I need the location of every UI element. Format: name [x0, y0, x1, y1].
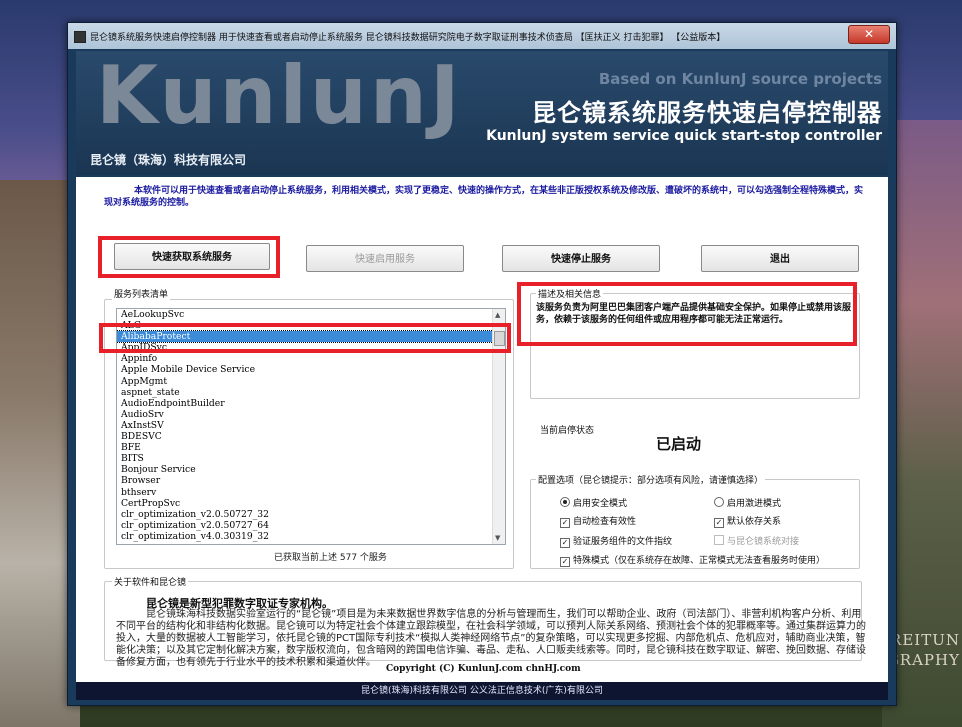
about-label: 关于软件和昆仑镜 [112, 575, 189, 588]
service-list-label: 服务列表清单 [112, 287, 171, 300]
scroll-up-icon[interactable]: ▲ [495, 311, 500, 319]
checkbox-checked-icon[interactable]: ✓ [560, 538, 570, 548]
highlight-box-selected [99, 323, 511, 353]
highlight-box-fetch [98, 236, 280, 278]
service-count: 已获取当前上述 577 个服务 [274, 553, 387, 563]
service-list-item[interactable]: clr_optimization_v4.0.30319_32 [117, 531, 505, 542]
service-list-item[interactable]: AxInstSV [117, 420, 505, 431]
safe-mode-radio[interactable]: 启用安全模式 [560, 496, 627, 509]
highlight-box-description [517, 282, 857, 346]
kunlunj-link-checkbox[interactable]: 与昆仑镜系统对接 [714, 534, 799, 547]
service-list-item[interactable]: BITS [117, 453, 505, 464]
service-list-item[interactable]: Browser [117, 475, 505, 486]
about-body: 昆仑镜珠海科技数据实验室运行的“昆仑镜”项目是为未来数据世界数字信息的分析与管理… [116, 609, 866, 668]
service-list-item[interactable]: AudioEndpointBuilder [117, 398, 505, 409]
window-title: 昆仑镜系统服务快速启停控制器 用于快速查看或者启动停止系统服务 昆仑镜科技数据研… [90, 33, 726, 43]
service-status-value: 已启动 [656, 435, 702, 453]
header-banner: KunlunJ 昆仑镜（珠海）科技有限公司 Based on KunlunJ s… [76, 51, 888, 175]
service-list-item[interactable]: Apple Mobile Device Service [117, 364, 505, 375]
service-list-item[interactable]: AudioSrv [117, 409, 505, 420]
service-list-item[interactable]: clr_optimization_v2.0.50727_32 [117, 509, 505, 520]
exit-button[interactable]: 退出 [701, 245, 859, 272]
footer-bar: 昆仑镜(珠海)科技有限公司 公义法正信息技术(广东)有限公司 [76, 682, 888, 700]
app-window: 昆仑镜系统服务快速启停控制器 用于快速查看或者启动停止系统服务 昆仑镜科技数据研… [67, 22, 897, 706]
service-list-item[interactable]: clr_optimization_v2.0.50727_64 [117, 520, 505, 531]
app-title-en: KunlunJ system service quick start-stop … [486, 128, 882, 144]
service-list-item[interactable]: aspnet_state [117, 387, 505, 398]
status-label: 当前启停状态 [540, 426, 595, 436]
options-label: 配置选项（昆仑镜提示：部分选项有风险，请谨慎选择） [536, 473, 766, 486]
app-title-cn: 昆仑镜系统服务快速启停控制器 [532, 99, 882, 127]
service-list-item[interactable]: CertPropSvc [117, 498, 505, 509]
service-list-item[interactable]: Bonjour Service [117, 464, 505, 475]
checkbox-checked-icon[interactable]: ✓ [714, 518, 724, 528]
title-bar[interactable]: 昆仑镜系统服务快速启停控制器 用于快速查看或者启动停止系统服务 昆仑镜科技数据研… [68, 23, 896, 49]
checkbox-checked-icon[interactable]: ✓ [560, 518, 570, 528]
start-service-button[interactable]: 快速启用服务 [306, 245, 464, 272]
main-panel: 本软件可以用于快速查看或者启动停止系统服务，利用相关模式，实现了更稳定、快速的操… [76, 177, 888, 682]
based-on-text: Based on KunlunJ source projects [598, 70, 882, 88]
aggressive-mode-radio[interactable]: 启用激进模式 [714, 496, 781, 509]
checkbox-checked-icon[interactable]: ✓ [560, 557, 570, 567]
intro-text: 本软件可以用于快速查看或者启动停止系统服务，利用相关模式，实现了更稳定、快速的操… [104, 186, 864, 208]
service-list-item[interactable]: BFE [117, 442, 505, 453]
default-deps-checkbox[interactable]: ✓ 默认依存关系 [714, 514, 781, 528]
radio-unchecked-icon[interactable] [714, 497, 724, 507]
verify-fingerprint-checkbox[interactable]: ✓ 验证服务组件的文件指纹 [560, 534, 672, 548]
service-list-item[interactable]: Appinfo [117, 353, 505, 364]
service-list-item[interactable]: AppMgmt [117, 376, 505, 387]
close-button[interactable]: ✕ [848, 25, 890, 44]
scroll-down-icon[interactable]: ▼ [495, 534, 500, 542]
service-list-item[interactable]: bthserv [117, 487, 505, 498]
auto-check-checkbox[interactable]: ✓ 自动检查有效性 [560, 514, 636, 528]
checkbox-unchecked-icon[interactable] [714, 535, 724, 545]
kunlunj-logo: KunlunJ [96, 49, 463, 142]
special-mode-checkbox[interactable]: ✓ 特殊模式（仅在系统存在故障、正常模式无法查看服务时使用） [560, 553, 825, 567]
service-list-item[interactable]: BDESVC [117, 431, 505, 442]
app-icon [74, 31, 86, 43]
company-name: 昆仑镜（珠海）科技有限公司 [90, 153, 247, 167]
copyright-text: Copyright (C) KunlunJ.com chnHJ.com [386, 664, 581, 674]
service-list-item[interactable]: AeLookupSvc [117, 309, 505, 320]
radio-checked-icon[interactable] [560, 497, 570, 507]
stop-service-button[interactable]: 快速停止服务 [502, 245, 660, 272]
